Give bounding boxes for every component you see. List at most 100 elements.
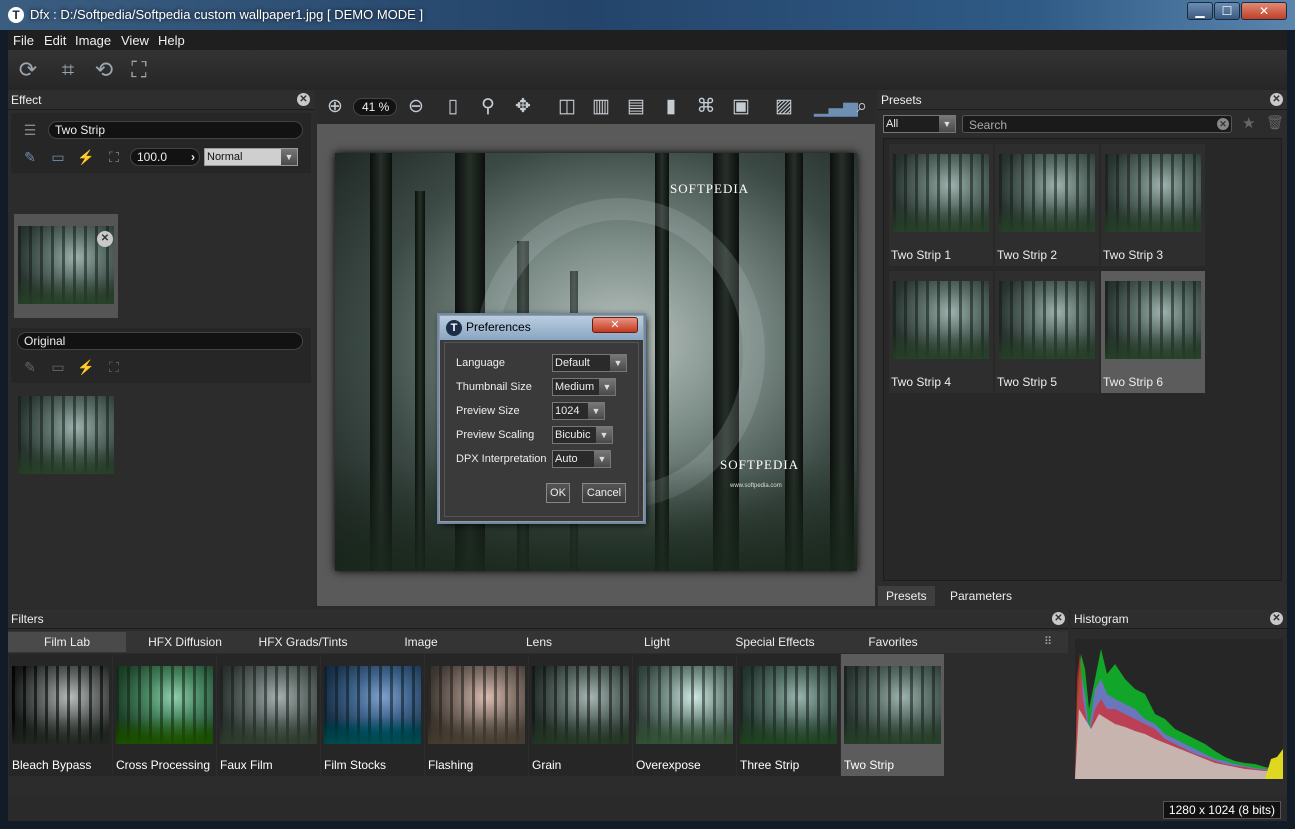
remove-effect-icon[interactable]: ✕	[97, 231, 113, 247]
window-title: Dfx : D:/Softpedia/Softpedia custom wall…	[30, 7, 424, 22]
crop-icon[interactable]: ⌗	[53, 55, 83, 85]
preset-label: Two Strip 3	[1103, 248, 1164, 262]
original-thumbnail[interactable]	[18, 396, 114, 474]
filter-item[interactable]: Overexpose	[633, 654, 736, 776]
menu-file[interactable]: File	[13, 33, 34, 48]
loupe-icon[interactable]: ⌕	[849, 94, 875, 120]
watermark-url: www.softpedia.com	[730, 483, 782, 489]
app-logo-icon: T	[446, 320, 462, 336]
filter-item[interactable]: Grain	[529, 654, 632, 776]
rotate-icon[interactable]: ⟲	[89, 55, 119, 85]
menu-view[interactable]: View	[121, 33, 149, 48]
trash-icon[interactable]: 🗑	[1266, 114, 1284, 131]
mask-icon[interactable]: ⛶	[105, 148, 123, 166]
filter-item[interactable]: Three Strip	[737, 654, 840, 776]
preset-item[interactable]: Two Strip 2	[995, 144, 1099, 266]
magnifier-icon[interactable]: ⚲	[475, 94, 501, 120]
layer-list-icon[interactable]: ☰	[21, 121, 39, 139]
monitor-icon[interactable]: ▭	[49, 148, 67, 166]
zoom-in-icon[interactable]: ⊕	[322, 94, 348, 120]
filter-item[interactable]: Faux Film	[217, 654, 320, 776]
presets-close-icon[interactable]: ✕	[1270, 93, 1283, 106]
filter-thumbnail	[740, 666, 837, 744]
fit-frame-icon[interactable]: ⛶	[124, 55, 154, 85]
thumbnail-size-select[interactable]: Medium ▼	[552, 378, 616, 396]
pan-icon[interactable]: ✥	[510, 94, 536, 120]
title-bar[interactable]: T Dfx : D:/Softpedia/Softpedia custom wa…	[0, 0, 1295, 30]
filter-item[interactable]: Flashing	[425, 654, 528, 776]
dpx-interpretation-value: Auto	[555, 453, 578, 465]
effect-name-field[interactable]: Two Strip	[48, 121, 303, 139]
lightning-icon: ⚡	[77, 359, 95, 375]
filter-item-selected[interactable]: Two Strip	[841, 654, 944, 776]
histogram-icon[interactable]: ▁▃▅	[814, 94, 858, 120]
opacity-field[interactable]: 100.0 ›	[130, 148, 200, 166]
camera-icon[interactable]: ⌘	[693, 94, 719, 120]
maximize-button[interactable]: ☐	[1214, 2, 1240, 20]
filter-item[interactable]: Bleach Bypass	[9, 654, 112, 776]
filters-close-icon[interactable]: ✕	[1052, 612, 1065, 625]
tab-light[interactable]: Light	[598, 632, 716, 652]
language-select[interactable]: Default ▼	[552, 354, 627, 372]
star-icon[interactable]: ★	[1242, 114, 1255, 132]
tab-favorites[interactable]: Favorites	[834, 632, 952, 652]
preset-item[interactable]: Two Strip 5	[995, 271, 1099, 393]
preset-item[interactable]: Two Strip 3	[1101, 144, 1205, 266]
view-toolbar: ⊕ 41 % ⊖ ▯ ⚲ ✥ ◫ ▥ ▤ ▮ ⌘ ▣ ▨ ▁▃▅ ⌕	[317, 90, 875, 124]
filters-panel: Filters ✕ Film Lab HFX Diffusion HFX Gra…	[8, 609, 1068, 797]
split-horizontal-icon[interactable]: ▤	[623, 94, 649, 120]
chevron-right-icon[interactable]: ›	[191, 149, 195, 165]
grid-view-icon[interactable]: ⠿	[1044, 635, 1052, 648]
effect-close-icon[interactable]: ✕	[297, 93, 310, 106]
dialog-title-bar[interactable]: T Preferences ✕	[440, 316, 643, 340]
image-view-icon[interactable]: ▨	[771, 94, 797, 120]
menu-edit[interactable]: Edit	[44, 33, 66, 48]
tab-presets[interactable]: Presets	[878, 586, 935, 606]
tab-lens[interactable]: Lens	[480, 632, 598, 652]
tab-film-lab[interactable]: Film Lab	[8, 632, 126, 652]
effect-thumbnail-frame[interactable]: ✕	[14, 214, 118, 318]
filter-thumbnail	[324, 666, 421, 744]
single-view-icon[interactable]: ▮	[658, 94, 684, 120]
dialog-close-button[interactable]: ✕	[592, 317, 638, 333]
minimize-button[interactable]: ▁	[1187, 2, 1213, 20]
preset-item[interactable]: Two Strip 1	[889, 144, 993, 266]
clear-search-icon[interactable]: ✕	[1217, 118, 1229, 130]
tab-hfx-diffusion[interactable]: HFX Diffusion	[126, 632, 244, 652]
tab-image[interactable]: Image	[362, 632, 480, 652]
image-resolution: 1280 x 1024 (8 bits)	[1162, 801, 1281, 819]
filter-item[interactable]: Cross Processing	[113, 654, 216, 776]
monitor-preview-icon[interactable]: ▣	[728, 94, 754, 120]
cancel-button[interactable]: Cancel	[582, 483, 626, 503]
histogram-close-icon[interactable]: ✕	[1270, 612, 1283, 625]
preset-filter-select[interactable]: All ▼	[883, 115, 956, 133]
preset-item-selected[interactable]: Two Strip 6	[1101, 271, 1205, 393]
tab-special-effects[interactable]: Special Effects	[716, 632, 834, 652]
zoom-out-icon[interactable]: ⊖	[403, 94, 429, 120]
chevron-down-icon: ▼	[281, 149, 297, 165]
mask-icon: ⛶	[109, 359, 119, 375]
tab-parameters[interactable]: Parameters	[942, 586, 1020, 606]
refresh-icon[interactable]: ⟳	[13, 55, 43, 85]
zoom-level[interactable]: 41 %	[353, 98, 397, 116]
fit-height-icon[interactable]: ▯	[440, 94, 466, 120]
split-view-icon[interactable]: ◫	[554, 94, 580, 120]
tab-hfx-grads-tints[interactable]: HFX Grads/Tints	[244, 632, 362, 652]
search-input[interactable]: Search ✕	[962, 115, 1232, 133]
ok-button[interactable]: OK	[546, 483, 570, 503]
close-button[interactable]: ✕	[1241, 2, 1287, 20]
preview-size-select[interactable]: 1024 ▼	[552, 402, 605, 420]
preview-image[interactable]: SOFTPEDIA SOFTPEDIA www.softpedia.com T …	[335, 153, 857, 571]
filter-item[interactable]: Film Stocks	[321, 654, 424, 776]
dpx-interpretation-select[interactable]: Auto ▼	[552, 450, 611, 468]
preview-scaling-select[interactable]: Bicubic ▼	[552, 426, 613, 444]
menu-help[interactable]: Help	[158, 33, 185, 48]
lightning-icon[interactable]: ⚡	[77, 148, 95, 166]
preview-scaling-label: Preview Scaling	[456, 429, 535, 441]
split-vertical-icon[interactable]: ▥	[588, 94, 614, 120]
preset-thumbnail	[999, 154, 1095, 232]
blend-mode-select[interactable]: Normal ▼	[204, 148, 298, 166]
edit-icon[interactable]: ✎	[21, 148, 39, 166]
menu-image[interactable]: Image	[75, 33, 111, 48]
preset-item[interactable]: Two Strip 4	[889, 271, 993, 393]
